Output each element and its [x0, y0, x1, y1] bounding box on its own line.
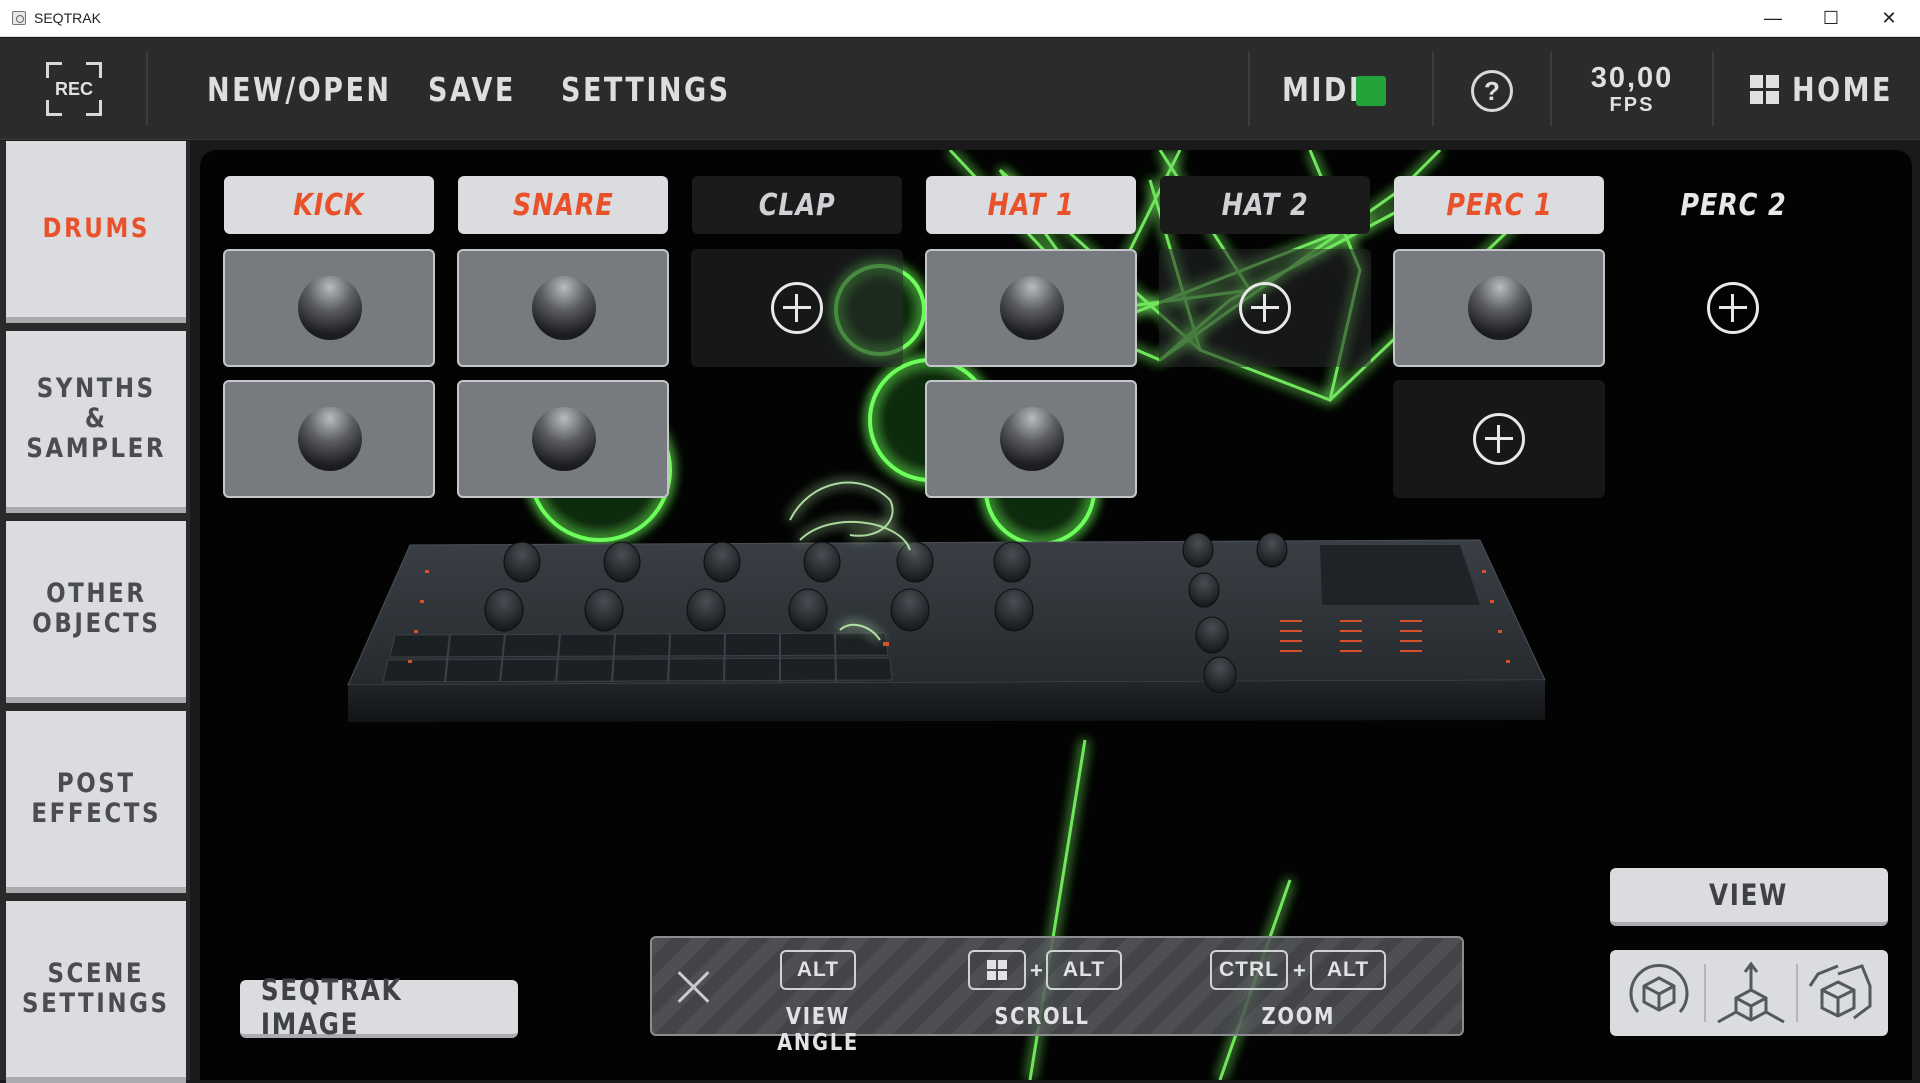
app-toolbar: REC NEW/OPEN SAVE SETTINGS MIDI ? 30,00 … [0, 38, 1920, 140]
settings-button[interactable]: SETTINGS [561, 70, 731, 109]
divider [1248, 52, 1250, 126]
fps-label: FPS [1609, 94, 1655, 116]
scroll-label: SCROLL [994, 1004, 1090, 1030]
add-icon [1473, 413, 1525, 465]
divider [1704, 964, 1706, 1022]
sound-ball-icon [1468, 276, 1532, 340]
close-hint-icon[interactable] [676, 968, 712, 1004]
rec-label: REC [54, 79, 93, 99]
fps-value: 30,00 [1590, 62, 1674, 94]
drum-pad-hat1-2[interactable] [925, 380, 1137, 498]
add-pad-perc2[interactable] [1627, 249, 1839, 367]
sidebar-item-label: SYNTHS & SAMPLER [26, 373, 166, 464]
add-icon [1239, 282, 1291, 334]
drum-pad-snare-1[interactable] [457, 249, 669, 367]
add-pad-clap[interactable] [691, 249, 903, 367]
add-icon [771, 282, 823, 334]
track-header-kick[interactable]: KICK [224, 176, 434, 234]
track-name: PERC 1 [1445, 187, 1553, 223]
track-header-snare[interactable]: SNARE [458, 176, 668, 234]
save-button[interactable]: SAVE [428, 70, 516, 109]
alt-key: ALT [780, 950, 856, 990]
maximize-icon: ☐ [1822, 8, 1840, 28]
windows-key [968, 950, 1026, 990]
track-name: KICK [293, 187, 365, 223]
drum-pad-kick-2[interactable] [223, 380, 435, 498]
new-open-button[interactable]: NEW/OPEN [207, 70, 392, 109]
alt-key: ALT [1046, 950, 1122, 990]
divider [1550, 52, 1552, 126]
button-label: VIEW [1709, 878, 1789, 912]
rec-button[interactable]: REC [46, 62, 102, 116]
zoom-label: ZOOM [1261, 1004, 1335, 1030]
sound-ball-icon [532, 407, 596, 471]
sidebar-item-label: OTHER OBJECTS [31, 578, 161, 639]
midi-label[interactable]: MIDI [1282, 70, 1361, 109]
add-pad-perc1[interactable] [1393, 380, 1605, 498]
track-name: HAT 1 [987, 187, 1075, 223]
home-button[interactable]: HOME [1792, 70, 1893, 109]
sidebar-item-label: SCENE SETTINGS [22, 958, 170, 1019]
divider [1712, 52, 1714, 126]
category-sidebar: DRUMS SYNTHS & SAMPLER OTHER OBJECTS POS… [0, 141, 190, 1083]
perspective-view-icon[interactable] [1798, 956, 1884, 1030]
ctrl-key: CTRL [1210, 950, 1288, 990]
view-angle-label: VIEW ANGLE [777, 1004, 859, 1056]
add-icon [1707, 282, 1759, 334]
home-grid-icon[interactable] [1750, 75, 1780, 105]
sound-ball-icon [298, 276, 362, 340]
scene-viewport[interactable]: KICK SNARE CLAP HAT 1 HAT 2 PERC 1 PERC … [200, 150, 1912, 1080]
close-icon: ✕ [1881, 8, 1897, 28]
windows-logo-icon [987, 960, 1007, 980]
window-title: SEQTRAK [34, 10, 101, 26]
midi-status-indicator [1356, 76, 1386, 106]
track-header-hat2[interactable]: HAT 2 [1160, 176, 1370, 234]
plus-icon: + [1293, 958, 1306, 983]
track-name: SNARE [512, 187, 614, 223]
track-header-perc2[interactable]: PERC 2 [1628, 176, 1838, 234]
navigation-hint-panel: ALT VIEW ANGLE + ALT SCROLL CTRL + ALT Z… [650, 936, 1464, 1056]
drum-pad-perc1-1[interactable] [1393, 249, 1605, 367]
sound-ball-icon [1000, 276, 1064, 340]
camera-controls [1610, 950, 1888, 1036]
add-pad-hat2[interactable] [1159, 249, 1371, 367]
drum-pad-snare-2[interactable] [457, 380, 669, 498]
divider [146, 52, 148, 126]
sidebar-item-label: POST EFFECTS [31, 768, 161, 829]
sidebar-item-synths-sampler[interactable]: SYNTHS & SAMPLER [6, 331, 186, 513]
sidebar-item-other-objects[interactable]: OTHER OBJECTS [6, 521, 186, 703]
alt-key: ALT [1310, 950, 1386, 990]
seqtrak-image-button[interactable]: SEQTRAK IMAGE [240, 973, 518, 1041]
sidebar-item-label: DRUMS [42, 213, 150, 244]
sidebar-item-drums[interactable]: DRUMS [6, 141, 186, 323]
close-button[interactable]: ✕ [1860, 0, 1918, 37]
view-button[interactable]: VIEW [1610, 868, 1888, 926]
sidebar-item-post-effects[interactable]: POST EFFECTS [6, 711, 186, 893]
rotate-view-icon[interactable] [1616, 956, 1702, 1030]
track-header-perc1[interactable]: PERC 1 [1394, 176, 1604, 234]
track-header-hat1[interactable]: HAT 1 [926, 176, 1136, 234]
window-titlebar: SEQTRAK — ☐ ✕ [0, 0, 1920, 37]
track-name: PERC 2 [1679, 187, 1787, 223]
minimize-button[interactable]: — [1744, 0, 1802, 37]
app-icon [12, 11, 26, 25]
maximize-button[interactable]: ☐ [1802, 0, 1860, 37]
divider [1432, 52, 1434, 126]
sound-ball-icon [532, 276, 596, 340]
button-label: SEQTRAK IMAGE [260, 973, 403, 1041]
help-button[interactable]: ? [1471, 70, 1513, 112]
plus-icon: + [1030, 958, 1043, 983]
track-name: CLAP [758, 187, 836, 223]
minimize-icon: — [1764, 8, 1782, 28]
drum-pad-kick-1[interactable] [223, 249, 435, 367]
track-name: HAT 2 [1221, 187, 1309, 223]
drum-pad-hat1-1[interactable] [925, 249, 1137, 367]
track-header-clap[interactable]: CLAP [692, 176, 902, 234]
seqtrak-device [347, 532, 1546, 722]
sidebar-item-scene-settings[interactable]: SCENE SETTINGS [6, 901, 186, 1083]
sound-ball-icon [298, 407, 362, 471]
top-view-icon[interactable] [1708, 956, 1794, 1030]
sound-ball-icon [1000, 407, 1064, 471]
